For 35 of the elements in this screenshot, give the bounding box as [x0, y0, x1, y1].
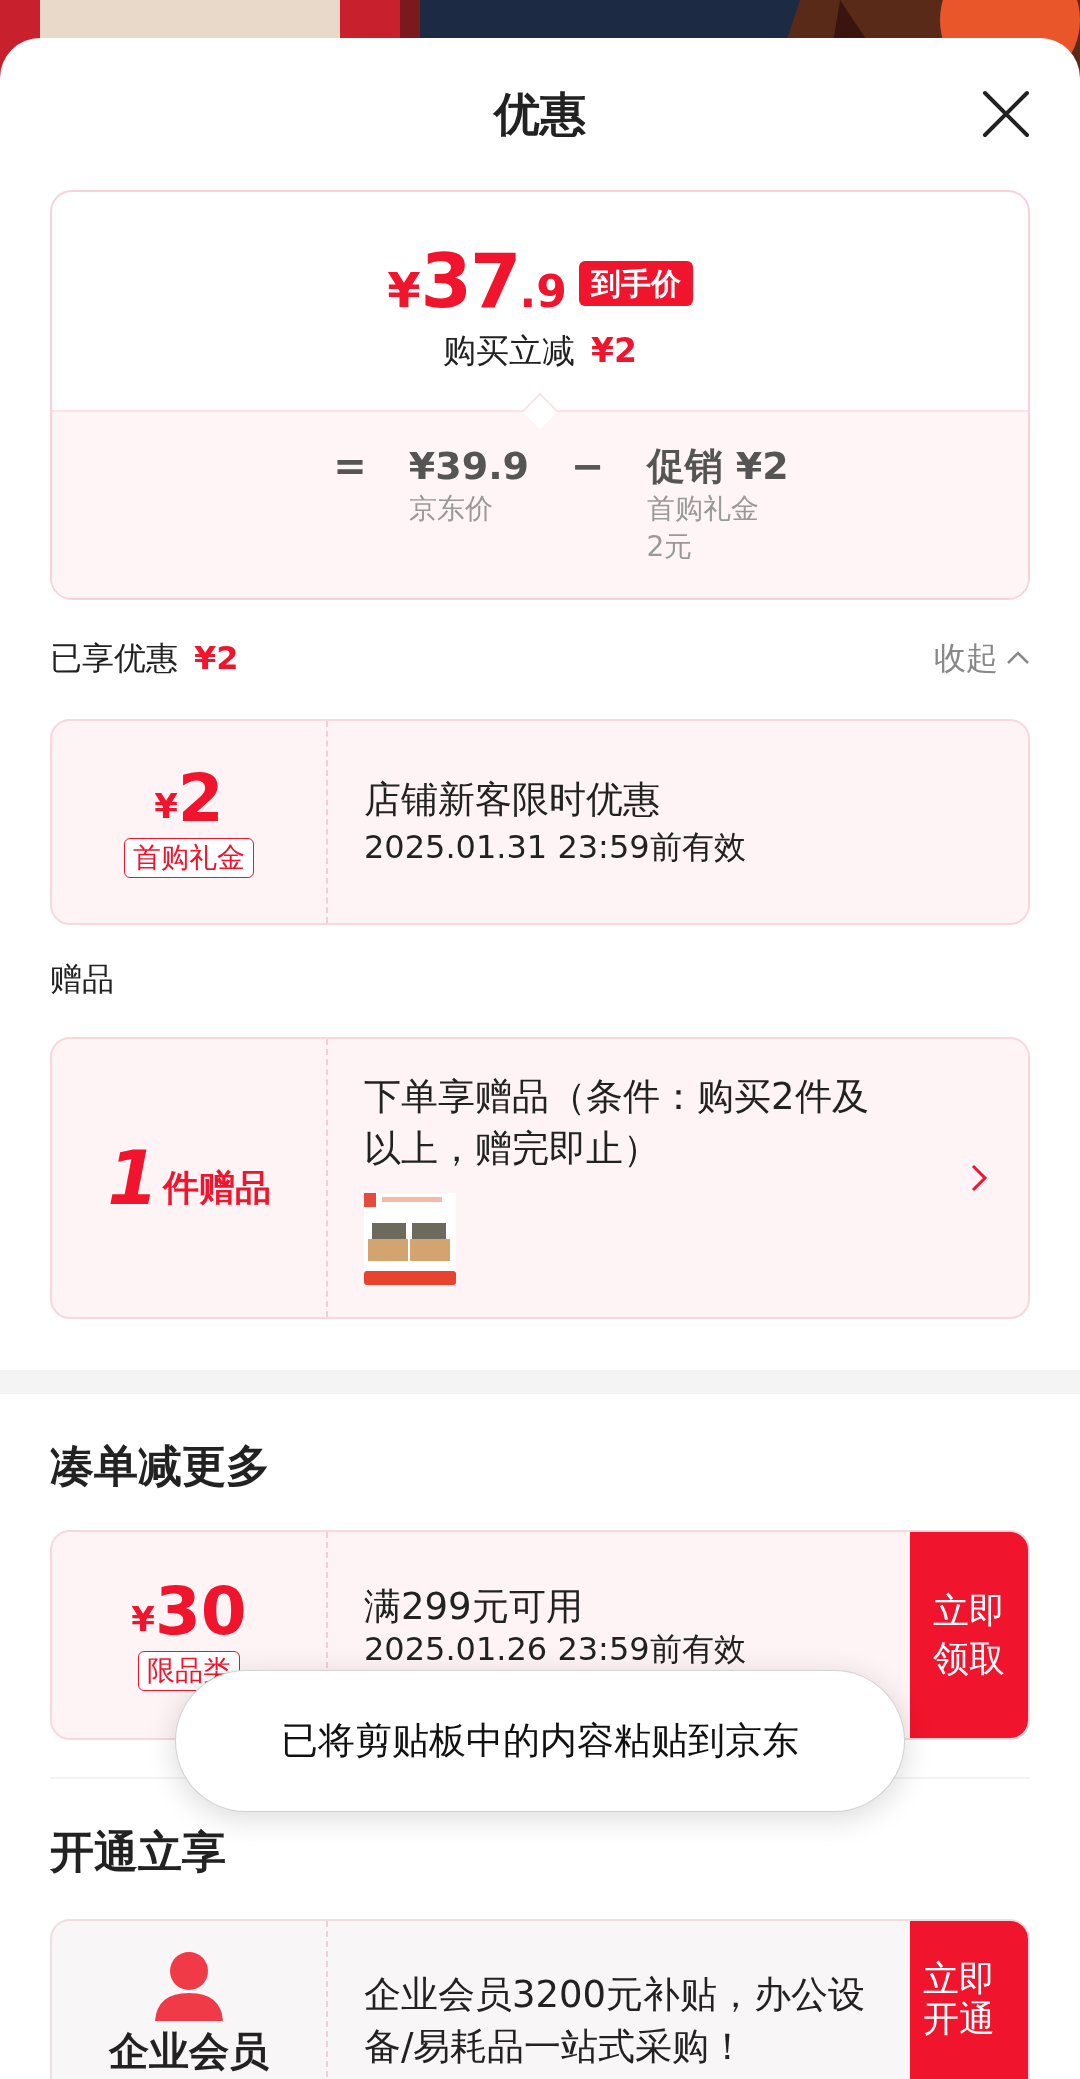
- coupon-validity: 2025.01.26 23:59前有效: [364, 1630, 747, 1668]
- term-note: 京东价: [408, 491, 494, 527]
- coupon-tag: 首购礼金: [124, 838, 254, 878]
- discount-amount: ¥2: [194, 637, 239, 679]
- person-icon: [153, 1951, 225, 2021]
- coupon-validity: 2025.01.31 23:59前有效: [364, 827, 747, 868]
- price-term: 促销 ¥2: [646, 443, 789, 490]
- section-heading: 开通立享: [50, 1825, 227, 1879]
- membership-description: 企业会员3200元补贴，办公设备/易耗品一站式采购！: [364, 1972, 867, 2070]
- final-price: ¥37.9: [387, 244, 567, 318]
- chevron-icon: [970, 1163, 988, 1193]
- term-note: 首购礼金: [646, 491, 760, 527]
- coupon-title: 满299元可用: [364, 1584, 584, 1630]
- section-label: 赠品: [50, 959, 115, 1000]
- activate-button[interactable]: 立即开通: [910, 1921, 1028, 2079]
- section-heading: 凑单减更多: [50, 1439, 271, 1493]
- coupon-value: ¥2: [154, 766, 224, 832]
- membership-name: 企业会员: [109, 2029, 269, 2073]
- price-badge: 到手价: [578, 261, 693, 306]
- gift-description: 下单享赠品（条件：购买2件及以上，赠完即止）: [364, 1074, 870, 1172]
- section-label: 已享优惠: [50, 637, 178, 679]
- close-icon[interactable]: [982, 90, 1030, 138]
- reduction-value: ¥2: [591, 330, 637, 372]
- claim-button[interactable]: 立即领取: [910, 1532, 1028, 1738]
- operator-sign: −: [571, 442, 605, 490]
- coupon-value: ¥30: [131, 1579, 247, 1645]
- reduction-label: 购买立减: [443, 330, 576, 372]
- sheet-title: 优惠: [494, 91, 586, 137]
- operator-sign: =: [333, 442, 367, 490]
- price-term: ¥39.9: [408, 443, 530, 490]
- coupon-title: 店铺新客限时优惠: [364, 777, 661, 823]
- gift-count: 1 件赠品: [107, 1141, 271, 1215]
- gift-card[interactable]: 1 件赠品 下单享赠品（条件：购买2件及以上，赠完即止）: [50, 1037, 1030, 1319]
- collapse-toggle[interactable]: 收起: [934, 633, 1030, 682]
- term-note: 2元: [646, 529, 694, 565]
